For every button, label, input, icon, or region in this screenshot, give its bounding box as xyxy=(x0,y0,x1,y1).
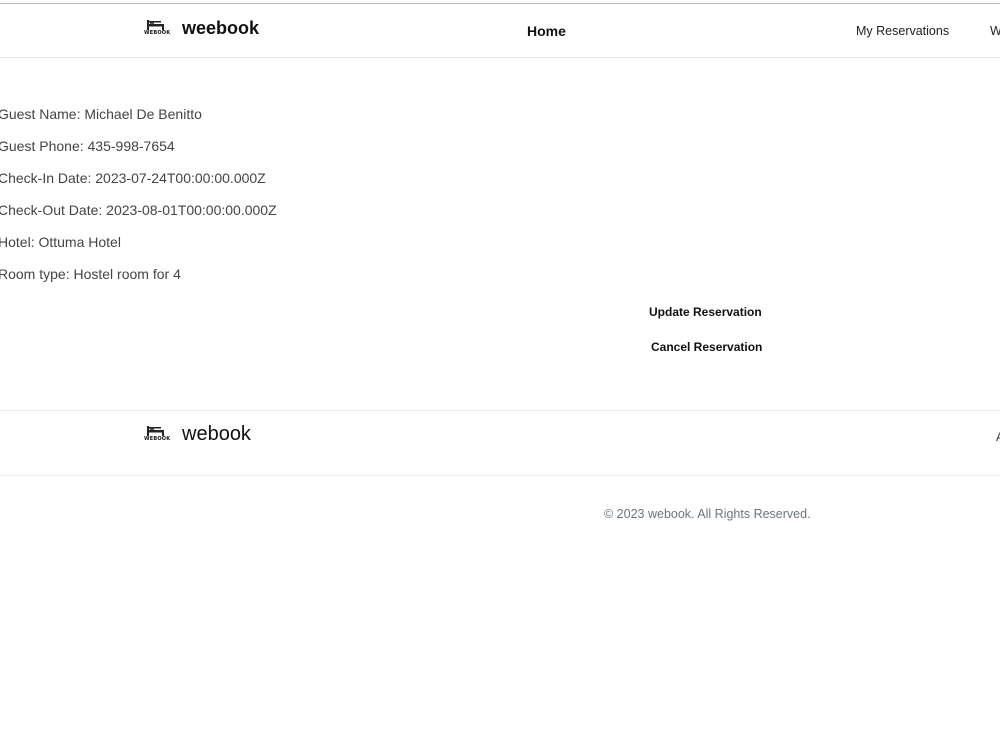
copyright-text: © 2023 webook. All Rights Reserved. xyxy=(604,507,811,521)
footer-brand-name: webook xyxy=(182,423,251,445)
reservation-details: Guest NameMichael De Benitto Guest Phone… xyxy=(0,104,277,296)
detail-room-type: Room typeHostel room for 4 xyxy=(0,264,277,296)
footer-cut-link[interactable]: A xyxy=(996,430,1000,444)
detail-label: Room type xyxy=(0,266,73,282)
detail-guest-phone: Guest Phone435-998-7654 xyxy=(0,136,277,168)
logo-caption: WEBOOK xyxy=(144,29,171,36)
detail-value: 435-998-7654 xyxy=(87,138,175,154)
nav-cut-link[interactable]: W xyxy=(990,24,1000,38)
site-header: WEBOOK weebook Home My Reservations W xyxy=(0,4,1000,58)
detail-label: Check-In Date xyxy=(0,170,95,186)
cancel-reservation-button[interactable]: Cancel Reservation xyxy=(651,340,762,354)
logo-caption: WEBOOK xyxy=(144,435,171,442)
footer-divider-mid xyxy=(0,475,1000,476)
footer-divider-top xyxy=(0,410,1000,411)
detail-value: Hostel room for 4 xyxy=(73,266,181,282)
page: WEBOOK weebook Home My Reservations W Gu… xyxy=(0,0,1000,750)
detail-label: Guest Name xyxy=(0,106,84,122)
nav-home-link[interactable]: Home xyxy=(527,23,566,39)
footer-brand[interactable]: WEBOOK webook xyxy=(144,423,251,446)
detail-label: Check-Out Date xyxy=(0,202,106,218)
bed-icon: WEBOOK xyxy=(144,425,171,445)
detail-hotel: HotelOttuma Hotel xyxy=(0,232,277,264)
detail-value: 2023-08-01T00:00:00.000Z xyxy=(106,202,277,218)
bed-icon: WEBOOK xyxy=(144,19,171,39)
detail-value: Ottuma Hotel xyxy=(38,234,121,250)
detail-guest-name: Guest NameMichael De Benitto xyxy=(0,104,277,136)
detail-value: Michael De Benitto xyxy=(84,106,202,122)
update-reservation-button[interactable]: Update Reservation xyxy=(649,305,762,319)
header-brand[interactable]: WEBOOK weebook xyxy=(144,18,259,39)
detail-check-in: Check-In Date2023-07-24T00:00:00.000Z xyxy=(0,168,277,200)
detail-label: Guest Phone xyxy=(0,138,88,154)
brand-name: weebook xyxy=(182,18,260,38)
nav-my-reservations-link[interactable]: My Reservations xyxy=(856,24,949,38)
detail-value: 2023-07-24T00:00:00.000Z xyxy=(95,170,266,186)
detail-label: Hotel xyxy=(0,234,38,250)
detail-check-out: Check-Out Date2023-08-01T00:00:00.000Z xyxy=(0,200,277,232)
